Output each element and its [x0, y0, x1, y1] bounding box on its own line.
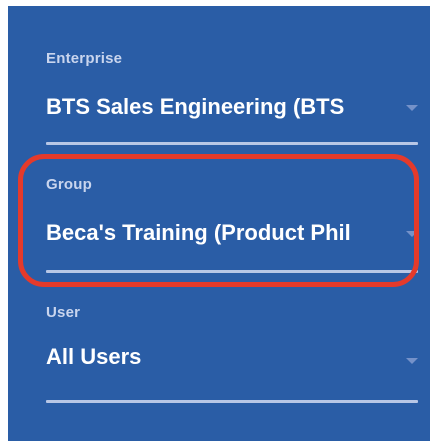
group-underline: [46, 270, 418, 273]
user-label: User: [46, 304, 81, 321]
group-label: Group: [46, 176, 92, 193]
enterprise-label: Enterprise: [46, 50, 123, 67]
user-value[interactable]: All Users: [46, 344, 396, 370]
chevron-down-icon[interactable]: [406, 231, 418, 237]
enterprise-underline: [46, 142, 418, 145]
enterprise-value[interactable]: BTS Sales Engineering (BTS: [46, 94, 396, 120]
user-select[interactable]: User All Users: [46, 304, 418, 404]
chevron-down-icon[interactable]: [406, 358, 418, 364]
filter-panel: Enterprise BTS Sales Engineering (BTS Gr…: [8, 6, 430, 441]
user-underline: [46, 400, 418, 403]
chevron-down-icon[interactable]: [406, 105, 418, 111]
group-value[interactable]: Beca's Training (Product Phil: [46, 220, 396, 246]
group-select[interactable]: Group Beca's Training (Product Phil: [46, 176, 418, 276]
enterprise-select[interactable]: Enterprise BTS Sales Engineering (BTS: [46, 50, 418, 150]
